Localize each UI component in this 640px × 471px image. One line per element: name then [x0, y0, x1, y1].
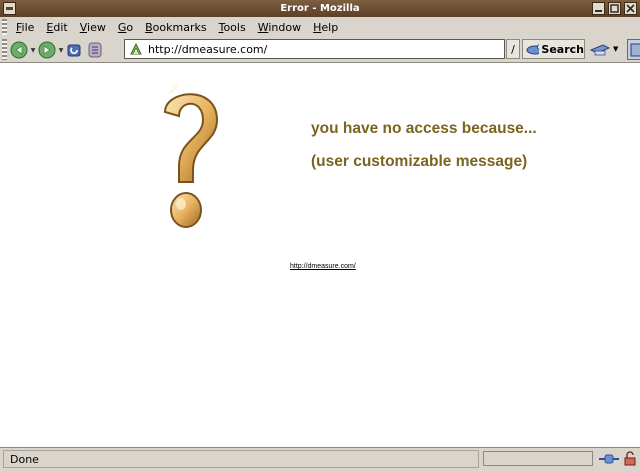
back-arrow-icon [10, 41, 28, 59]
question-mark-icon [163, 85, 219, 228]
back-button[interactable] [9, 40, 29, 60]
menu-tools[interactable]: Tools [213, 21, 252, 34]
search-icon [526, 44, 540, 55]
reload-icon [67, 44, 81, 57]
maximize-button[interactable] [608, 2, 621, 15]
print-dropdown-icon[interactable]: ▼ [613, 45, 618, 53]
navbar-grip[interactable] [2, 39, 7, 60]
browser-chrome: File Edit View Go Bookmarks Tools Window… [0, 17, 640, 63]
print-icon [589, 44, 611, 56]
forward-dropdown[interactable]: ▼ [57, 40, 65, 60]
menu-help[interactable]: Help [307, 21, 344, 34]
menu-bookmarks[interactable]: Bookmarks [139, 21, 212, 34]
window-title: Error - Mozilla [280, 3, 360, 14]
stop-button[interactable] [85, 40, 105, 60]
window-menu-button[interactable] [3, 2, 16, 15]
close-button[interactable] [624, 2, 637, 15]
menu-view[interactable]: View [74, 21, 112, 34]
go-button[interactable]: / [506, 39, 520, 59]
site-icon[interactable] [128, 41, 144, 57]
title-bar[interactable]: Error - Mozilla [0, 0, 640, 17]
site-link[interactable]: http://dmeasure.com/ [290, 263, 356, 270]
minimize-button[interactable] [592, 2, 605, 15]
menubar-grip[interactable] [2, 19, 7, 35]
progress-meter [483, 451, 593, 466]
back-dropdown[interactable]: ▼ [29, 40, 37, 60]
search-button-label: Search [541, 42, 584, 56]
menu-window[interactable]: Window [252, 21, 307, 34]
page-content: you have no access because... (user cust… [0, 64, 640, 447]
forward-arrow-icon [38, 41, 56, 59]
custom-message: (user customizable message) [311, 153, 528, 170]
url-bar[interactable] [124, 39, 505, 59]
security-lock-icon[interactable] [622, 451, 638, 467]
reload-button[interactable] [65, 40, 85, 60]
menu-bar: File Edit View Go Bookmarks Tools Window… [10, 17, 344, 37]
status-text: Done [3, 450, 479, 468]
forward-button[interactable] [37, 40, 57, 60]
status-bar: Done [0, 447, 640, 471]
throbber[interactable] [627, 39, 640, 60]
menu-edit[interactable]: Edit [40, 21, 73, 34]
menu-file[interactable]: File [10, 21, 40, 34]
search-button[interactable]: Search [522, 39, 585, 59]
throbber-icon [630, 43, 640, 56]
menu-go[interactable]: Go [112, 21, 139, 34]
url-input[interactable] [148, 41, 498, 57]
stop-icon [88, 42, 102, 58]
access-message: you have no access because... [311, 120, 537, 137]
online-icon[interactable] [598, 451, 620, 467]
print-button[interactable]: ▼ [589, 39, 623, 59]
navigation-toolbar: ▼ ▼ / [9, 38, 640, 62]
